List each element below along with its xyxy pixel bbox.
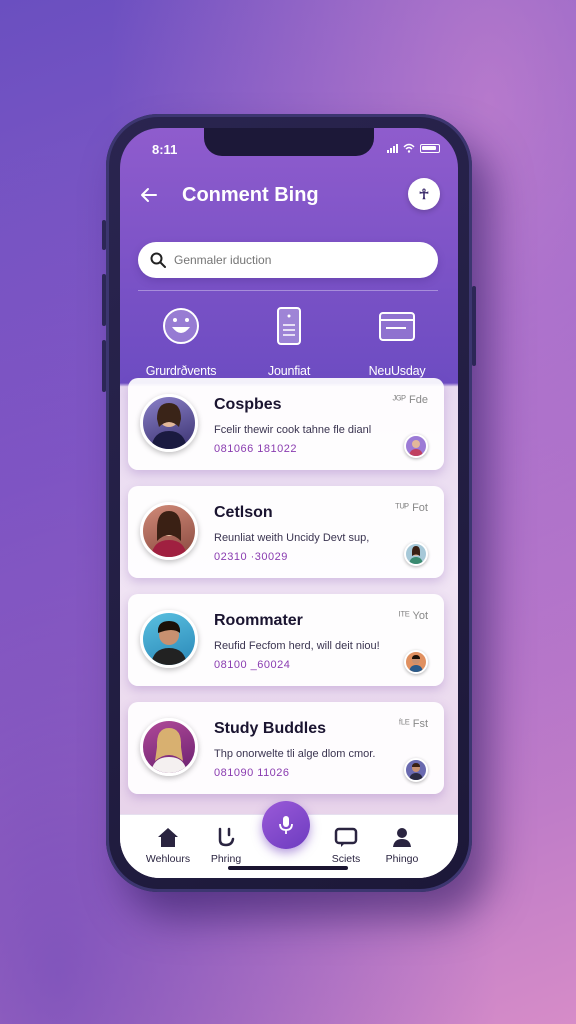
group-message: Fcelir thewir cook tahne fle dianl — [214, 424, 372, 436]
document-icon — [269, 306, 309, 346]
group-message: Reunliat weith Uncidy Devt sup, — [214, 532, 370, 544]
volume-up-button — [102, 274, 106, 326]
quick-action-newsday[interactable]: NeuUsday — [342, 306, 452, 378]
power-button — [472, 286, 476, 366]
group-name: Cospbes — [214, 396, 282, 413]
home-indicator — [228, 866, 348, 870]
group-message: Reufid Fecfom herd, will deit niou! — [214, 640, 380, 652]
bottom-tab-bar: Wehlours Phring Sciets Phingo — [120, 801, 458, 878]
calendar-icon — [377, 306, 417, 346]
tab-label: Phring — [210, 853, 242, 865]
page-title: Conment Bing — [182, 184, 319, 206]
group-card-study-buddles[interactable]: Study Buddles Thp onorwelte tli alge dlo… — [128, 702, 444, 794]
group-number: 081066 181022 — [214, 443, 297, 455]
microphone-icon — [279, 816, 293, 834]
mini-avatar — [404, 650, 428, 674]
group-meta: ᶠᴸᴱ Fst — [398, 718, 428, 730]
group-meta: ᴶᴳᴾ Fde — [392, 394, 428, 406]
quick-action-journal[interactable]: Jounfiat — [234, 306, 344, 378]
wifi-icon — [403, 143, 415, 153]
mini-avatar — [404, 434, 428, 458]
profile-icon — [372, 825, 432, 849]
home-icon — [138, 825, 198, 849]
signal-icon — [387, 143, 398, 153]
group-meta: ᵀᵁᴾ Fot — [394, 502, 428, 514]
group-name: Study Buddles — [214, 720, 327, 737]
group-meta: ᴵᵀᴱ Yot — [398, 610, 428, 622]
group-card-cospbes[interactable]: Cospbes Fcelir thewir cook tahne fle dia… — [128, 378, 444, 470]
face-icon — [161, 306, 201, 346]
header-action-button[interactable]: ☥ — [408, 178, 440, 210]
battery-icon — [420, 143, 440, 153]
group-card-cetlson[interactable]: Cetlson Reunliat weith Uncidy Devt sup, … — [128, 486, 444, 578]
header: Conment Bing ☥ — [120, 176, 458, 216]
search-input[interactable] — [174, 253, 414, 267]
quick-action-label: NeuUsday — [368, 364, 426, 378]
app-screen: 8:11 Conment Bing ☥ Grurdrðvents Jo — [120, 128, 458, 878]
tab-home[interactable]: Wehlours — [138, 825, 198, 865]
phone-icon — [196, 825, 256, 849]
group-name: Cetlson — [214, 504, 273, 521]
status-icons — [387, 143, 440, 153]
avatar — [140, 610, 198, 668]
tab-phone[interactable]: Phring — [196, 825, 256, 865]
group-number: 02310 ·30029 — [214, 551, 288, 563]
group-name: Roommater — [214, 612, 303, 629]
mini-avatar — [404, 542, 428, 566]
group-card-roommater[interactable]: Roommater Reufid Fecfom herd, will deit … — [128, 594, 444, 686]
notch — [204, 128, 374, 156]
avatar — [140, 394, 198, 452]
divider — [138, 290, 438, 291]
search-icon — [150, 252, 166, 268]
avatar — [140, 718, 198, 776]
quick-action-events[interactable]: Grurdrðvents — [126, 306, 236, 378]
tab-chats[interactable]: Sciets — [316, 825, 376, 865]
group-number: 08100 _60024 — [214, 659, 291, 671]
quick-action-label: Jounfiat — [267, 364, 311, 378]
phone-frame: 8:11 Conment Bing ☥ Grurdrðvents Jo — [102, 114, 476, 892]
chat-icon — [316, 825, 376, 849]
group-number: 081090 11026 — [214, 767, 290, 779]
tab-label: Sciets — [331, 853, 361, 865]
tab-profile[interactable]: Phingo — [372, 825, 432, 865]
search-bar[interactable] — [138, 242, 438, 278]
back-arrow-icon[interactable] — [138, 184, 160, 206]
tab-label: Phingo — [385, 853, 419, 865]
group-message: Thp onorwelte tli alge dlom cmor. — [214, 748, 376, 760]
avatar — [140, 502, 198, 560]
quick-action-label: Grurdrðvents — [145, 364, 217, 378]
volume-down-button — [102, 340, 106, 392]
microphone-button[interactable] — [262, 801, 310, 849]
tab-label: Wehlours — [145, 853, 191, 865]
status-time: 8:11 — [152, 142, 178, 157]
mini-avatar — [404, 758, 428, 782]
mute-switch — [102, 220, 106, 250]
